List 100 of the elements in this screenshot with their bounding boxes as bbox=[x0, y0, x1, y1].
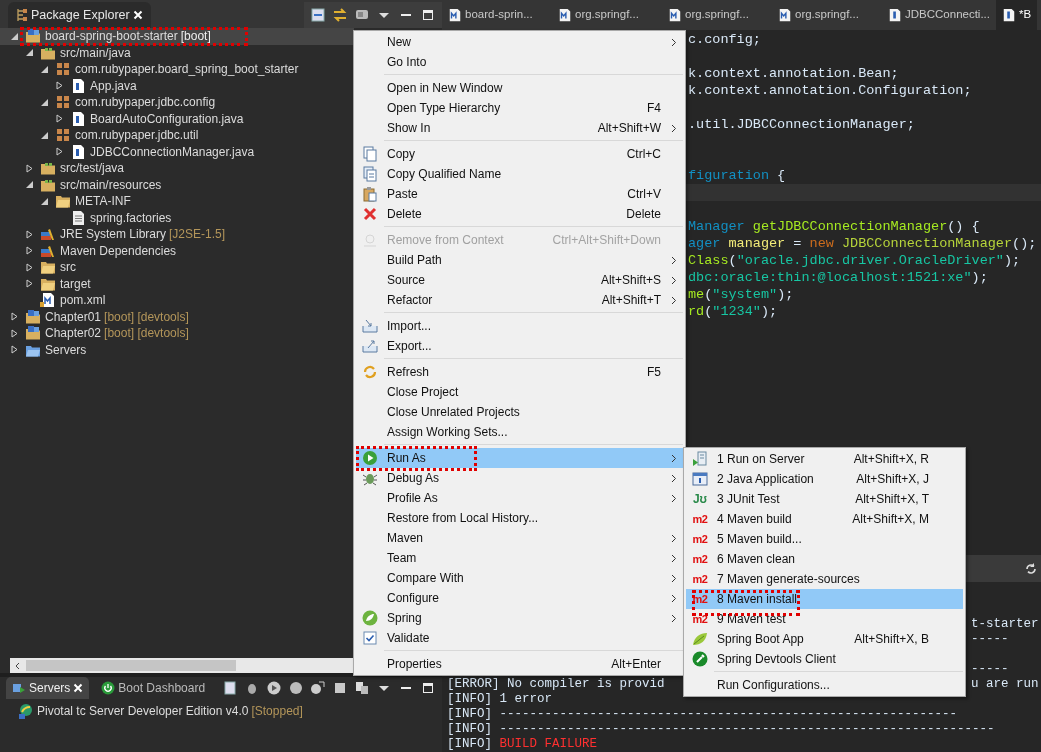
menu-item[interactable]: Profile As bbox=[356, 488, 683, 508]
menu-item[interactable]: Open in New Window bbox=[356, 78, 683, 98]
code-line: rd("1234"); bbox=[688, 304, 778, 319]
view-tab[interactable]: Package Explorer bbox=[8, 2, 151, 28]
editor-tab[interactable]: *B bbox=[996, 0, 1038, 30]
expand-icon[interactable] bbox=[10, 328, 19, 338]
menu-item[interactable]: Copy Ctrl+C bbox=[356, 144, 683, 164]
menu-item[interactable]: 2 Java Application Alt+Shift+X, J bbox=[686, 469, 963, 489]
editor-tab[interactable]: board-sprin... bbox=[442, 0, 552, 30]
menu-item[interactable]: Source Alt+Shift+S bbox=[356, 270, 683, 290]
collapse-icon[interactable] bbox=[25, 180, 34, 190]
menu-item[interactable]: Close Project bbox=[356, 382, 683, 402]
maximize-icon[interactable] bbox=[420, 7, 436, 23]
maven-icon: m2 bbox=[692, 613, 708, 625]
tab-label: Servers bbox=[29, 680, 71, 697]
menu-item[interactable]: Refresh F5 bbox=[356, 362, 683, 382]
collapse-icon[interactable] bbox=[40, 130, 49, 140]
close-icon[interactable] bbox=[132, 10, 143, 20]
code-line: Manager getJDBCConnectionManager() { bbox=[688, 219, 980, 234]
editor-tab[interactable]: org.springf... bbox=[552, 0, 662, 30]
menu-label: Maven bbox=[387, 530, 424, 547]
menu-item[interactable]: Run As bbox=[356, 448, 683, 468]
menu-item[interactable]: Team bbox=[356, 548, 683, 568]
editor-tab[interactable]: JDBCConnecti... bbox=[882, 0, 996, 30]
menu-label: Configure bbox=[387, 590, 440, 607]
tree-label: Chapter01 bbox=[45, 308, 102, 325]
menu-item[interactable]: Jʊ 3 JUnit Test Alt+Shift+X, T bbox=[686, 489, 963, 509]
menu-item[interactable]: Close Unrelated Projects bbox=[356, 402, 683, 422]
menu-item[interactable]: Paste Ctrl+V bbox=[356, 184, 683, 204]
view-tab[interactable]: Servers bbox=[6, 677, 90, 699]
server-icon bbox=[692, 451, 708, 467]
collapse-icon[interactable] bbox=[40, 196, 49, 206]
menu-item[interactable]: Delete Delete bbox=[356, 204, 683, 224]
menu-item[interactable]: Open Type Hierarchy F4 bbox=[356, 98, 683, 118]
expand-icon[interactable] bbox=[55, 147, 64, 157]
console-line: t-starter bbox=[971, 617, 1039, 632]
view-tab[interactable]: Boot Dashboard bbox=[95, 677, 212, 699]
expand-icon[interactable] bbox=[25, 262, 34, 272]
menu-item[interactable]: m2 7 Maven generate-sources bbox=[686, 569, 963, 589]
collapse-icon[interactable] bbox=[40, 97, 49, 107]
code-line: k.context.annotation.Bean; bbox=[688, 66, 899, 81]
code-line: c.config; bbox=[688, 32, 761, 47]
expand-icon[interactable] bbox=[55, 81, 64, 91]
expand-icon[interactable] bbox=[10, 312, 19, 322]
java-file-icon bbox=[70, 143, 86, 160]
menu-item[interactable]: Restore from Local History... bbox=[356, 508, 683, 528]
editor-tab[interactable]: org.springf... bbox=[772, 0, 882, 30]
menu-item[interactable]: Assign Working Sets... bbox=[356, 422, 683, 442]
scroll-thumb[interactable] bbox=[26, 660, 236, 671]
menu-item[interactable]: Export... bbox=[356, 336, 683, 356]
stop-icon[interactable] bbox=[332, 680, 348, 696]
shortcut-text: Alt+Shift+T bbox=[601, 292, 662, 309]
menu-item[interactable]: Spring bbox=[356, 608, 683, 628]
menu-item[interactable]: Configure bbox=[356, 588, 683, 608]
expand-icon[interactable] bbox=[55, 114, 64, 124]
menu-item[interactable]: Copy Qualified Name bbox=[356, 164, 683, 184]
menu-item[interactable]: Debug As bbox=[356, 468, 683, 488]
library-books-icon bbox=[40, 226, 56, 243]
paste-icon bbox=[362, 186, 378, 202]
tree-label: src/test/java bbox=[60, 160, 125, 177]
collapse-icon[interactable] bbox=[25, 48, 34, 58]
collapse-all-icon[interactable] bbox=[310, 7, 326, 23]
close-icon[interactable] bbox=[73, 683, 84, 693]
maximize-icon[interactable] bbox=[420, 680, 436, 696]
menu-label: Show In bbox=[387, 120, 431, 137]
junit-icon: Jʊ bbox=[692, 493, 708, 505]
menu-item[interactable]: Validate bbox=[356, 628, 683, 648]
expand-icon[interactable] bbox=[25, 163, 34, 173]
menu-item[interactable]: Properties Alt+Enter bbox=[356, 654, 683, 674]
menu-item[interactable]: Build Path bbox=[356, 250, 683, 270]
menu-item[interactable]: Import... bbox=[356, 316, 683, 336]
link-editor-icon[interactable] bbox=[332, 7, 348, 23]
menu-item[interactable]: Maven bbox=[356, 528, 683, 548]
menu-item[interactable]: Go Into bbox=[356, 52, 683, 72]
menu-item[interactable]: Spring Boot App Alt+Shift+X, B bbox=[686, 629, 963, 649]
menu-label: Copy Qualified Name bbox=[387, 166, 502, 183]
menu-item[interactable]: Refactor Alt+Shift+T bbox=[356, 290, 683, 310]
leaf-icon bbox=[362, 610, 378, 626]
menu-item[interactable]: Show In Alt+Shift+W bbox=[356, 118, 683, 138]
menu-item[interactable]: New bbox=[356, 32, 683, 52]
menu-item[interactable]: Run Configurations... bbox=[686, 675, 963, 695]
menu-label: Refresh bbox=[387, 364, 430, 381]
expand-icon[interactable] bbox=[10, 345, 19, 355]
expand-icon[interactable] bbox=[25, 279, 34, 289]
menu-item[interactable]: 1 Run on Server Alt+Shift+X, R bbox=[686, 449, 963, 469]
menu-item[interactable]: Spring Devtools Client bbox=[686, 649, 963, 669]
start-icon[interactable] bbox=[266, 680, 282, 696]
editor-tab[interactable]: org.springf... bbox=[662, 0, 772, 30]
menu-item[interactable]: m2 5 Maven build... bbox=[686, 529, 963, 549]
expand-icon[interactable] bbox=[25, 246, 34, 256]
menu-label: Properties bbox=[387, 656, 442, 673]
menu-item[interactable]: Compare With bbox=[356, 568, 683, 588]
tree-row[interactable]: board-spring-boot-starter [boot] bbox=[0, 28, 354, 45]
expand-icon[interactable] bbox=[25, 229, 34, 239]
server-name[interactable]: Pivotal tc Server Developer Edition v4.0 bbox=[37, 702, 249, 720]
sync-icon[interactable] bbox=[1024, 561, 1038, 576]
collapse-icon[interactable] bbox=[40, 64, 49, 74]
menu-item[interactable]: m2 6 Maven clean bbox=[686, 549, 963, 569]
collapse-icon[interactable] bbox=[10, 31, 19, 41]
menu-item[interactable]: m2 4 Maven build Alt+Shift+X, M bbox=[686, 509, 963, 529]
